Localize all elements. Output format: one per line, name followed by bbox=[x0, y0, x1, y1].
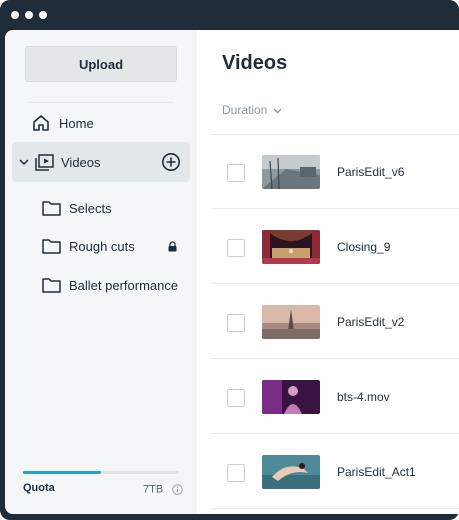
row-checkbox[interactable] bbox=[227, 164, 245, 182]
main-panel: Videos Duration ParisEdit_v6 Closing_9 P… bbox=[197, 30, 459, 514]
video-row[interactable]: bts-4.mov bbox=[212, 360, 459, 434]
video-folder-icon bbox=[34, 152, 54, 172]
row-checkbox[interactable] bbox=[227, 239, 245, 257]
quota-label: Quota bbox=[23, 482, 55, 494]
video-title[interactable]: bts-4.mov bbox=[337, 390, 390, 404]
window-maximize-dot[interactable] bbox=[39, 11, 47, 19]
video-thumbnail[interactable] bbox=[262, 455, 320, 489]
lock-icon bbox=[167, 240, 177, 252]
sidebar-item-label: Home bbox=[59, 115, 94, 131]
sidebar-divider bbox=[29, 102, 173, 103]
row-checkbox[interactable] bbox=[227, 389, 245, 407]
video-thumbnail[interactable] bbox=[262, 305, 320, 339]
app-content: Upload Home Videos Selects Rough cuts Ba… bbox=[5, 30, 459, 514]
sidebar-folder-ballet-performance[interactable]: Ballet performance bbox=[41, 274, 178, 296]
video-thumbnail[interactable] bbox=[262, 230, 320, 264]
sidebar: Upload Home Videos Selects Rough cuts Ba… bbox=[5, 30, 197, 514]
video-title[interactable]: ParisEdit_v6 bbox=[337, 165, 404, 179]
video-title[interactable]: ParisEdit_Act1 bbox=[337, 465, 416, 479]
title-bar bbox=[0, 0, 459, 30]
folder-icon bbox=[41, 237, 61, 255]
sidebar-folder-label: Ballet performance bbox=[69, 277, 179, 293]
quota-value-text: 7TB bbox=[143, 483, 164, 496]
sidebar-item-label: Videos bbox=[61, 154, 101, 170]
video-row[interactable]: ParisEdit_v2 bbox=[212, 285, 459, 359]
sort-duration-dropdown[interactable]: Duration bbox=[222, 103, 283, 117]
sidebar-folder-label: Selects bbox=[69, 200, 112, 216]
upload-button[interactable]: Upload bbox=[25, 46, 177, 82]
info-icon[interactable] bbox=[171, 483, 183, 495]
folder-icon bbox=[41, 199, 61, 217]
add-circle-icon[interactable] bbox=[161, 152, 181, 172]
chevron-down-icon bbox=[271, 104, 283, 116]
quota-progress-bar bbox=[23, 471, 179, 474]
row-checkbox[interactable] bbox=[227, 314, 245, 332]
row-checkbox[interactable] bbox=[227, 464, 245, 482]
folder-icon bbox=[41, 276, 61, 294]
video-title[interactable]: Closing_9 bbox=[337, 240, 390, 254]
sidebar-folder-rough-cuts[interactable]: Rough cuts bbox=[41, 235, 176, 257]
home-icon bbox=[31, 113, 51, 133]
page-title: Videos bbox=[222, 52, 288, 74]
window-close-dot[interactable] bbox=[11, 11, 19, 19]
video-title[interactable]: ParisEdit_v2 bbox=[337, 315, 404, 329]
quota-progress-fill bbox=[23, 471, 101, 474]
video-row[interactable]: Closing_9 bbox=[212, 210, 459, 284]
sidebar-folder-label: Rough cuts bbox=[69, 238, 135, 254]
video-row[interactable]: ParisEdit_Act1 bbox=[212, 435, 459, 509]
chevron-down-icon[interactable] bbox=[18, 156, 30, 168]
window-minimize-dot[interactable] bbox=[25, 11, 33, 19]
video-row[interactable]: ParisEdit_v6 bbox=[212, 135, 459, 209]
sort-label: Duration bbox=[222, 103, 268, 117]
video-thumbnail[interactable] bbox=[262, 380, 320, 414]
sidebar-folder-selects[interactable]: Selects bbox=[41, 197, 112, 219]
quota-value: 7TB bbox=[143, 483, 183, 496]
sidebar-item-home[interactable]: Home bbox=[31, 112, 94, 134]
sidebar-item-videos[interactable]: Videos bbox=[12, 142, 190, 182]
app-window: Upload Home Videos Selects Rough cuts Ba… bbox=[0, 0, 459, 520]
video-thumbnail[interactable] bbox=[262, 155, 320, 189]
